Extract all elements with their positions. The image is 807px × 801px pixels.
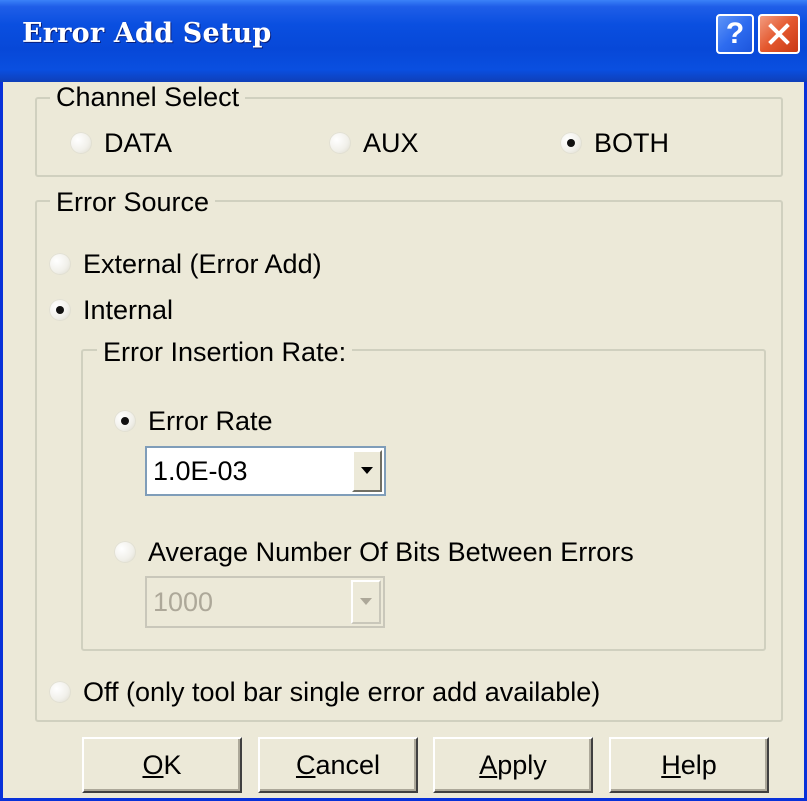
radio-indicator — [560, 132, 582, 154]
close-x-icon — [768, 23, 790, 45]
radio-error-rate[interactable]: Error Rate — [114, 406, 273, 436]
chevron-down-icon — [360, 598, 372, 605]
error-rate-value: 1.0E-03 — [153, 455, 248, 486]
radio-off[interactable]: Off (only tool bar single error add avai… — [49, 677, 600, 707]
help-mnemonic: H — [661, 749, 681, 780]
radio-label-internal: Internal — [83, 295, 174, 325]
avg-bits-value: 1000 — [153, 586, 214, 617]
apply-mnemonic: A — [479, 749, 498, 780]
radio-indicator — [114, 410, 136, 432]
help-rest: elp — [680, 749, 717, 780]
radio-label-avg-bits: Average Number Of Bits Between Errors — [148, 537, 634, 567]
radio-indicator — [49, 299, 71, 321]
radio-label-error-rate: Error Rate — [148, 406, 273, 436]
help-button[interactable]: Help — [609, 737, 769, 793]
ok-button-label: OK — [142, 750, 181, 781]
chevron-down-icon — [361, 467, 373, 474]
apply-rest: pply — [497, 749, 547, 780]
ok-button[interactable]: OK — [82, 737, 242, 793]
dropdown-arrow-button[interactable] — [351, 580, 381, 624]
close-button[interactable] — [758, 14, 800, 54]
help-button-label: Help — [661, 750, 717, 781]
radio-channel-both[interactable]: BOTH — [560, 128, 669, 158]
radio-label-off: Off (only tool bar single error add avai… — [83, 677, 601, 707]
error-insertion-rate-title: Error Insertion Rate: — [97, 337, 353, 367]
cancel-mnemonic: C — [295, 749, 316, 780]
radio-channel-data[interactable]: DATA — [70, 128, 172, 158]
apply-button[interactable]: Apply — [433, 737, 593, 793]
radio-indicator — [49, 253, 71, 275]
cancel-rest: ancel — [315, 749, 381, 780]
error-source-title: Error Source — [50, 187, 216, 217]
radio-label-both: BOTH — [594, 128, 670, 158]
ok-mnemonic: O — [142, 749, 164, 780]
channel-select-title: Channel Select — [50, 82, 246, 112]
radio-indicator — [114, 541, 136, 563]
ok-rest: K — [163, 749, 182, 780]
error-rate-combo[interactable]: 1.0E-03 — [145, 446, 386, 496]
radio-indicator — [49, 681, 71, 703]
radio-label-data: DATA — [104, 128, 173, 158]
avg-bits-combo[interactable]: 1000 — [145, 576, 385, 628]
apply-button-label: Apply — [479, 750, 547, 781]
radio-indicator — [70, 132, 92, 154]
cancel-button-label: Cancel — [296, 750, 380, 781]
window-title: Error Add Setup — [22, 18, 272, 49]
title-bar[interactable]: Error Add Setup ? — [0, 0, 807, 82]
help-title-button[interactable]: ? — [716, 14, 754, 54]
radio-channel-aux[interactable]: AUX — [329, 128, 419, 158]
radio-label-aux: AUX — [363, 128, 419, 158]
radio-indicator — [329, 132, 351, 154]
cancel-button[interactable]: Cancel — [258, 737, 418, 793]
radio-avg-bits[interactable]: Average Number Of Bits Between Errors — [114, 537, 634, 567]
radio-internal[interactable]: Internal — [49, 295, 173, 325]
radio-label-external: External (Error Add) — [83, 249, 322, 279]
question-mark-icon: ? — [725, 17, 745, 50]
radio-external[interactable]: External (Error Add) — [49, 249, 322, 279]
dropdown-arrow-button[interactable] — [352, 450, 382, 492]
